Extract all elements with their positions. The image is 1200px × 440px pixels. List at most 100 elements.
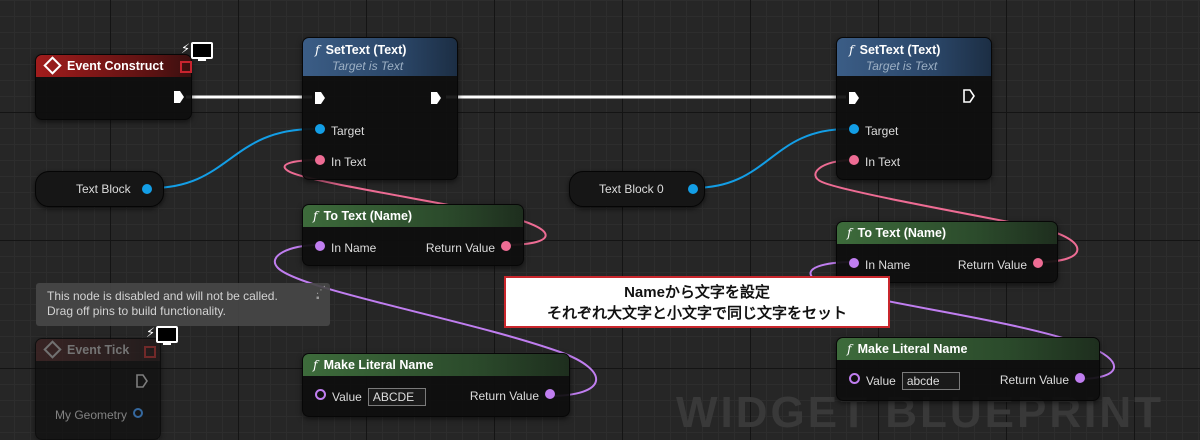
exec-out-pin[interactable] xyxy=(174,91,184,106)
function-icon: f xyxy=(313,208,318,223)
tooltip-line-2: Drag off pins to build functionality. xyxy=(47,304,226,318)
intext-pin-icon[interactable] xyxy=(849,155,859,165)
return-pin-icon[interactable] xyxy=(1075,373,1085,383)
return-value-label: Return Value xyxy=(425,240,495,255)
intext-pin-icon[interactable] xyxy=(315,155,325,165)
totext-2-header[interactable]: f To Text (Name) xyxy=(837,222,1057,244)
value-label: Value xyxy=(332,390,362,404)
delegate-pin-icon[interactable] xyxy=(180,61,192,73)
settext-1-exec-in[interactable] xyxy=(315,92,325,107)
exec-in-icon[interactable] xyxy=(849,92,859,104)
literal-name-node-1[interactable]: f Make Literal Name Value ABCDE Return Val… xyxy=(302,353,570,417)
settext-1-header[interactable]: f SetText (Text) Target is Text xyxy=(303,38,457,76)
literal-1-value-input[interactable]: ABCDE xyxy=(367,388,426,406)
object-wire-textblock-to-target1[interactable] xyxy=(150,128,315,189)
event-construct-node[interactable]: Event Construct xyxy=(35,54,192,120)
exec-in-icon[interactable] xyxy=(315,92,325,104)
settext-2-header[interactable]: f SetText (Text) Target is Text xyxy=(837,38,991,76)
value-pin-icon[interactable] xyxy=(849,373,860,385)
text-block-label: Text Block xyxy=(76,182,131,196)
settext-1-exec-out[interactable] xyxy=(431,92,441,107)
value-pin-icon[interactable] xyxy=(315,389,326,401)
settext-2-subtitle: Target is Text xyxy=(866,59,938,73)
totext-node-2[interactable]: f To Text (Name) In Name Return Value xyxy=(836,221,1058,283)
exec-out-hollow-icon[interactable] xyxy=(963,89,975,103)
event-tick-exec-out[interactable] xyxy=(136,374,148,391)
event-construct-header[interactable]: Event Construct xyxy=(36,55,191,77)
event-tick-bolt-icon: ⚡ xyxy=(146,325,156,340)
event-tick-title: Event Tick xyxy=(67,343,130,357)
function-icon: f xyxy=(849,42,854,57)
literal-2-value-input[interactable]: abcde xyxy=(901,372,960,390)
settext-2-target-pin[interactable]: Target xyxy=(849,123,898,138)
settext-1-title: SetText (Text) xyxy=(325,43,407,57)
return-pin-icon[interactable] xyxy=(501,241,511,251)
inname-label: In Name xyxy=(865,257,911,272)
totext-1-return-pin[interactable]: Return Value xyxy=(426,240,511,255)
literal-1-return-pin[interactable]: Return Value xyxy=(470,388,555,403)
function-icon: f xyxy=(847,225,852,240)
value-label: Value xyxy=(866,374,896,388)
literal-1-value-pin[interactable]: Value ABCDE xyxy=(315,388,426,406)
settext-2-intext-pin[interactable]: In Text xyxy=(849,154,900,169)
inname-pin-icon[interactable] xyxy=(315,241,325,251)
delegate-pin-icon[interactable] xyxy=(144,346,156,358)
totext-1-title: To Text (Name) xyxy=(323,209,413,223)
settext-2-title: SetText (Text) xyxy=(859,43,941,57)
inname-label: In Name xyxy=(331,240,377,255)
annotation-line-2: それぞれ大文字と小文字で同じ文字をセット xyxy=(546,305,847,322)
text-block-0-variable[interactable]: Text Block 0 xyxy=(569,171,705,207)
totext-2-title: To Text (Name) xyxy=(857,226,947,240)
target-pin-icon[interactable] xyxy=(315,124,325,134)
literal-2-title: Make Literal Name xyxy=(857,342,968,356)
settext-1-intext-pin[interactable]: In Text xyxy=(315,154,366,169)
event-diamond-icon xyxy=(43,340,62,359)
event-tick-header[interactable]: Event Tick xyxy=(36,339,160,361)
function-icon: f xyxy=(847,341,852,356)
event-tick-node[interactable]: Event Tick My Geometry xyxy=(35,338,161,440)
settext-2-exec-out[interactable] xyxy=(963,89,975,106)
event-tick-geometry-pin[interactable]: My Geometry xyxy=(55,407,144,422)
event-tick-monitor-icon xyxy=(156,326,178,345)
exec-out-icon[interactable] xyxy=(431,92,441,104)
tooltip-line-1: This node is disabled and will not be ca… xyxy=(47,289,278,303)
tooltip-pin-icon: ⋰ ▪ xyxy=(316,285,326,304)
object-wire-textblock0-to-target2[interactable] xyxy=(692,128,849,189)
settext-2-exec-in[interactable] xyxy=(849,92,859,107)
literal-1-title: Make Literal Name xyxy=(323,358,434,372)
totext-1-inname-pin[interactable]: In Name xyxy=(315,240,376,255)
intext-label: In Text xyxy=(865,154,901,169)
literal-2-header[interactable]: f Make Literal Name xyxy=(837,338,1099,360)
settext-1-subtitle: Target is Text xyxy=(332,59,404,73)
text-block-out-pin[interactable] xyxy=(142,184,152,194)
return-pin-icon[interactable] xyxy=(545,389,555,399)
exec-out-hollow-icon[interactable] xyxy=(136,374,148,388)
return-pin-icon[interactable] xyxy=(1033,258,1043,268)
intext-label: In Text xyxy=(331,154,367,169)
event-construct-bolt-icon: ⚡ xyxy=(181,41,191,56)
settext-1-target-pin[interactable]: Target xyxy=(315,123,364,138)
totext-1-header[interactable]: f To Text (Name) xyxy=(303,205,523,227)
exec-out-icon[interactable] xyxy=(174,91,184,103)
inname-pin-icon[interactable] xyxy=(849,258,859,268)
geometry-pin-icon[interactable] xyxy=(133,408,144,418)
totext-2-return-pin[interactable]: Return Value xyxy=(958,257,1043,272)
return-value-label: Return Value xyxy=(957,257,1027,272)
target-pin-icon[interactable] xyxy=(849,124,859,134)
literal-name-node-2[interactable]: f Make Literal Name Value abcde Return Val… xyxy=(836,337,1100,401)
my-geometry-label: My Geometry xyxy=(55,407,128,422)
totext-node-1[interactable]: f To Text (Name) In Name Return Value xyxy=(302,204,524,266)
target-label: Target xyxy=(865,123,899,138)
text-block-0-label: Text Block 0 xyxy=(599,182,664,196)
text-block-0-out-pin[interactable] xyxy=(688,184,698,194)
settext-node-2[interactable]: f SetText (Text) Target is Text Target In… xyxy=(836,37,992,180)
totext-2-inname-pin[interactable]: In Name xyxy=(849,257,910,272)
settext-node-1[interactable]: f SetText (Text) Target is Text Target In… xyxy=(302,37,458,180)
literal-1-header[interactable]: f Make Literal Name xyxy=(303,354,569,376)
annotation-callout: Nameから文字を設定 それぞれ大文字と小文字で同じ文字をセット xyxy=(504,276,890,328)
event-construct-title: Event Construct xyxy=(67,59,164,73)
literal-2-return-pin[interactable]: Return Value xyxy=(1000,372,1085,387)
text-block-variable[interactable]: Text Block xyxy=(35,171,164,207)
annotation-line-1: Nameから文字を設定 xyxy=(624,284,770,301)
literal-2-value-pin[interactable]: Value abcde xyxy=(849,372,960,390)
